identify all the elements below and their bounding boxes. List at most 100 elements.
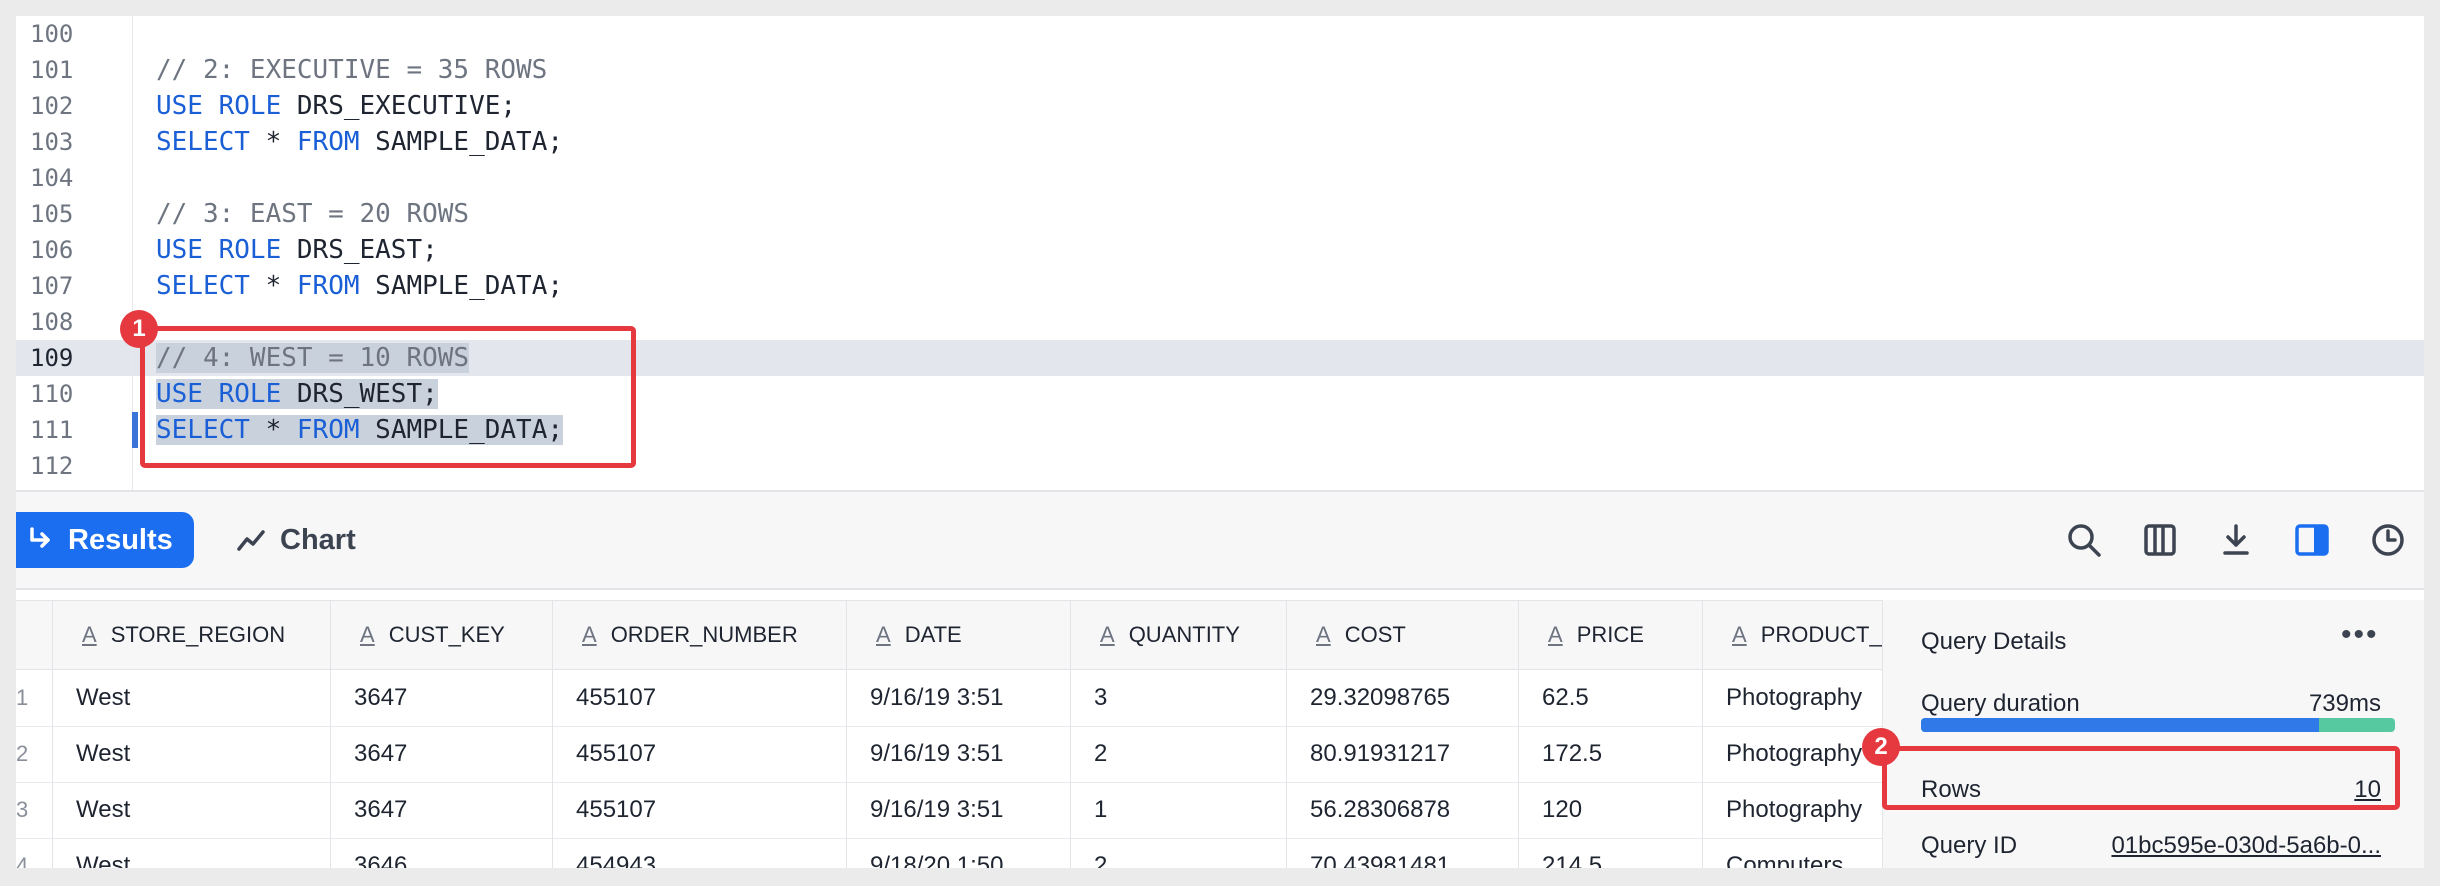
code-line[interactable]: 105 // 3: EAST = 20 ROWS — [16, 196, 2424, 232]
text-type-icon: A — [876, 622, 891, 647]
history-icon[interactable] — [2368, 520, 2408, 560]
duration-bar — [1921, 718, 2395, 732]
column-divider — [1518, 600, 1519, 868]
code-line[interactable]: 103 SELECT * FROM SAMPLE_DATA; — [16, 124, 2424, 160]
more-options-icon[interactable]: ••• — [2341, 618, 2379, 652]
table-cell[interactable]: 455107 — [576, 782, 840, 838]
table-row[interactable]: 1 West 3647 455107 9/16/19 3:51 3 29.32098765 6… — [16, 670, 1882, 727]
row-number: 3 — [16, 797, 29, 822]
table-cell[interactable]: 120 — [1542, 782, 1696, 838]
text-type-icon: A — [360, 622, 375, 647]
table-cell[interactable]: 80.91931217 — [1310, 726, 1512, 782]
query-id-label: Query ID — [1921, 832, 2018, 859]
table-cell[interactable]: 3 — [1094, 670, 1280, 726]
table-row[interactable]: 4 West 3646 454943 9/18/20 1:50 2 70.43981481 2… — [16, 838, 1882, 868]
table-cell[interactable]: 2 — [1094, 726, 1280, 782]
column-header-label: PRODUCT_TYPE — [1760, 622, 1882, 647]
code-text: // 3: EAST = 20 ROWS — [156, 196, 469, 232]
row-number: 4 — [16, 853, 29, 868]
table-cell[interactable]: 70.43981481 — [1310, 838, 1512, 868]
line-number: 103 — [30, 128, 74, 156]
sql-text: DRS_EAST; — [281, 235, 438, 265]
text-type-icon: A — [1316, 622, 1331, 647]
table-cell[interactable]: 172.5 — [1542, 726, 1696, 782]
sql-keyword: FROM — [296, 127, 360, 157]
column-header-label: COST — [1344, 622, 1406, 647]
column-divider — [1286, 600, 1287, 868]
table-cell[interactable]: West — [76, 782, 324, 838]
table-cell[interactable]: 62.5 — [1542, 670, 1696, 726]
column-header[interactable]: A COST — [1286, 601, 1518, 669]
table-cell[interactable]: 9/16/19 3:51 — [870, 782, 1064, 838]
table-cell[interactable]: 9/16/19 3:51 — [870, 726, 1064, 782]
table-cell[interactable]: West — [76, 838, 324, 868]
table-cell[interactable]: 9/16/19 3:51 — [870, 670, 1064, 726]
text-type-icon: A — [82, 622, 97, 647]
line-number: 104 — [30, 164, 74, 192]
table-cell[interactable]: 3647 — [354, 726, 546, 782]
text-type-icon: A — [582, 622, 597, 647]
table-cell[interactable]: 214.5 — [1542, 838, 1696, 868]
column-header[interactable]: A CUST_KEY — [330, 601, 552, 669]
tab-results[interactable]: Results — [16, 512, 194, 568]
column-header[interactable]: A DATE — [846, 601, 1070, 669]
table-cell[interactable]: West — [76, 726, 324, 782]
column-header[interactable]: A PRODUCT_TYPE — [1702, 601, 1882, 669]
text-type-icon: A — [1548, 622, 1563, 647]
code-line[interactable]: 104 — [16, 160, 2424, 196]
table-cell[interactable]: 454943 — [576, 838, 840, 868]
column-divider — [52, 600, 53, 868]
side-panel-icon[interactable] — [2292, 520, 2332, 560]
return-arrow-icon — [30, 527, 50, 548]
code-line[interactable]: 100 — [16, 16, 2424, 52]
code-line[interactable]: 101 // 2: EXECUTIVE = 35 ROWS — [16, 52, 2424, 88]
table-row[interactable]: 3 West 3647 455107 9/16/19 3:51 1 56.28306878 1… — [16, 782, 1882, 839]
table-cell[interactable]: 29.32098765 — [1310, 670, 1512, 726]
column-header[interactable]: A QUANTITY — [1070, 601, 1286, 669]
table-cell[interactable]: Photography — [1726, 782, 1876, 838]
code-line[interactable]: 107 SELECT * FROM SAMPLE_DATA; — [16, 268, 2424, 304]
column-divider — [330, 600, 331, 868]
sql-keyword: USE ROLE — [156, 91, 282, 121]
columns-icon[interactable] — [2140, 520, 2180, 560]
toolbar-divider — [16, 588, 2424, 590]
sql-text: * — [249, 127, 297, 157]
row-number: 2 — [16, 741, 29, 766]
table-cell[interactable]: Photography — [1726, 670, 1876, 726]
line-number: 112 — [30, 452, 74, 480]
worksheet: 112 111 SELECT * FROM SAMPLE_DATA; 110 USE R… — [16, 16, 2424, 868]
query-duration-label: Query duration — [1921, 690, 2080, 717]
table-cell[interactable]: 3647 — [354, 670, 546, 726]
column-header[interactable]: A PRICE — [1518, 601, 1702, 669]
table-cell[interactable]: Photography — [1726, 726, 1876, 782]
table-cell[interactable]: West — [76, 670, 324, 726]
table-cell[interactable]: 455107 — [576, 670, 840, 726]
code-line[interactable]: 102 USE ROLE DRS_EXECUTIVE; — [16, 88, 2424, 124]
table-cell[interactable]: 3647 — [354, 782, 546, 838]
query-details-panel: Query Details ••• Query duration 739ms R… — [1882, 600, 2424, 868]
table-cell[interactable]: 1 — [1094, 782, 1280, 838]
table-cell[interactable]: 56.28306878 — [1310, 782, 1512, 838]
table-cell[interactable]: Computers — [1726, 838, 1876, 868]
table-cell[interactable]: 9/18/20 1:50 — [870, 838, 1064, 868]
column-header[interactable]: A STORE_REGION — [52, 601, 330, 669]
column-header[interactable]: A ORDER_NUMBER — [552, 601, 846, 669]
code-line[interactable]: 106 USE ROLE DRS_EAST; — [16, 232, 2424, 268]
selection-cursor — [132, 412, 138, 448]
line-number: 111 — [30, 416, 74, 444]
table-row[interactable]: 2 West 3647 455107 9/16/19 3:51 2 80.91931217 1… — [16, 726, 1882, 783]
search-icon[interactable] — [2064, 520, 2104, 560]
sql-comment: // 3: EAST = 20 ROWS — [156, 199, 470, 229]
table-cell[interactable]: 455107 — [576, 726, 840, 782]
table-cell[interactable]: 2 — [1094, 838, 1280, 868]
line-number: 105 — [30, 200, 74, 228]
download-icon[interactable] — [2216, 520, 2256, 560]
table-cell[interactable]: 3646 — [354, 838, 546, 868]
sql-text: * — [249, 271, 297, 301]
line-number: 100 — [30, 20, 74, 48]
query-id-value[interactable]: 01bc595e-030d-5a6b-0... — [2111, 832, 2381, 860]
tab-chart[interactable]: Chart — [236, 512, 356, 568]
column-header-label: PRICE — [1576, 622, 1644, 647]
column-divider — [1070, 600, 1071, 868]
query-duration-value: 739ms — [2308, 690, 2381, 717]
